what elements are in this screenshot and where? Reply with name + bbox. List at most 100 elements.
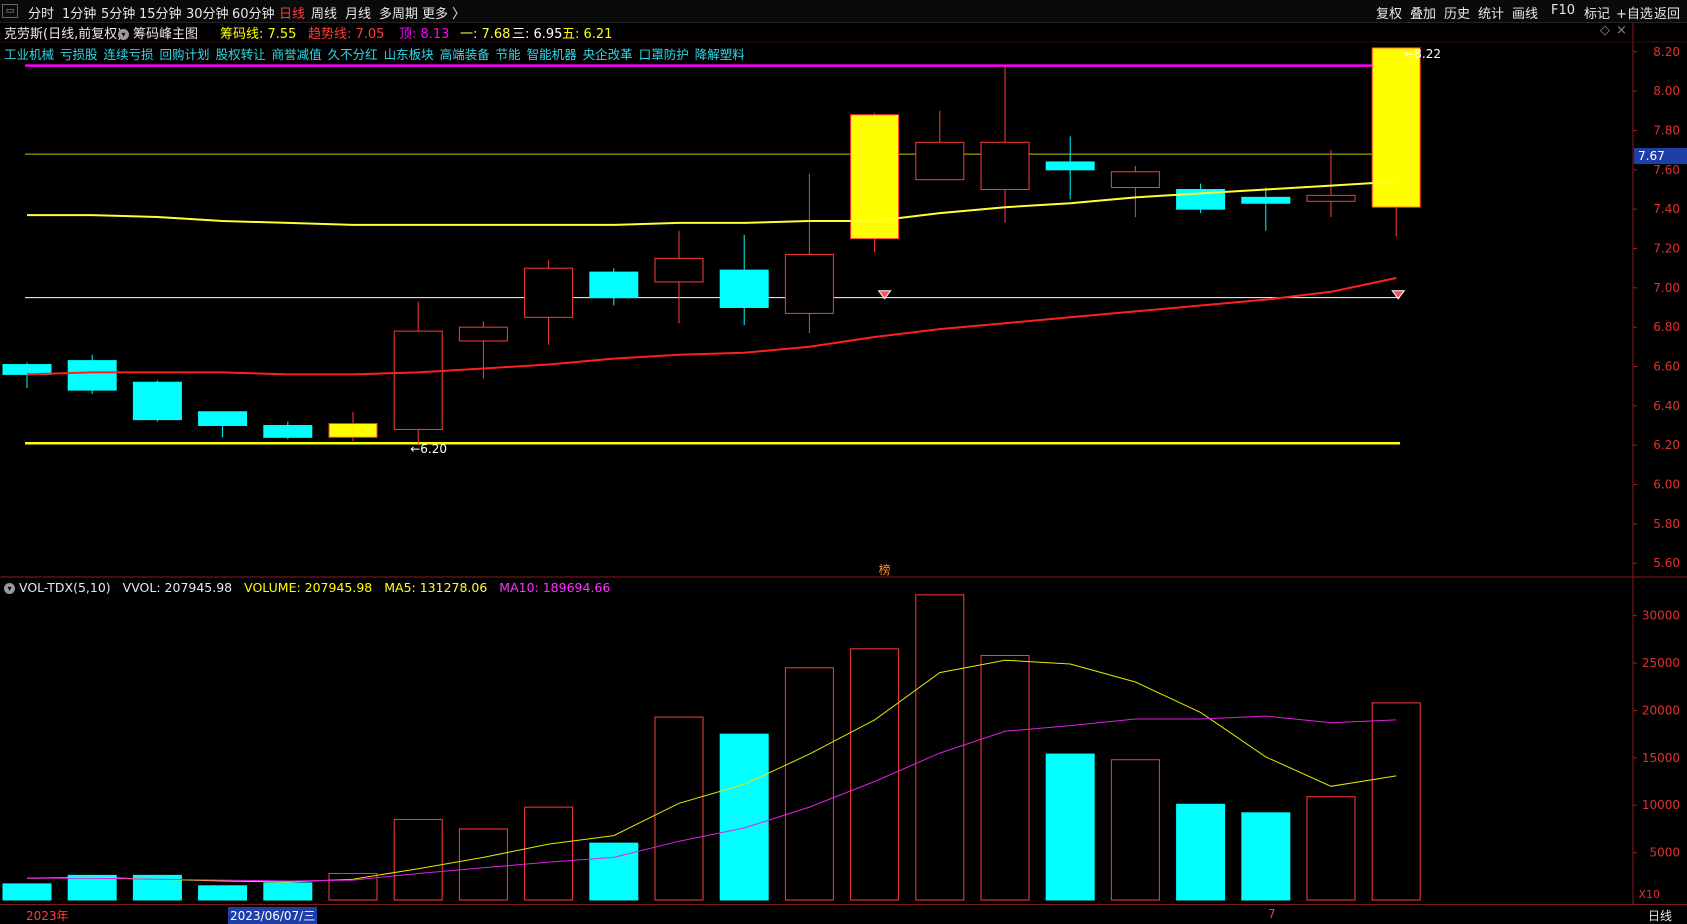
concept-tag[interactable]: 节能	[496, 47, 521, 62]
chevron-down-icon: ▾	[118, 29, 129, 40]
indicator-selector[interactable]: ▾ 筹码峰主图	[118, 23, 198, 42]
low-price-label: ←6.20	[410, 442, 447, 456]
period-label[interactable]: 日线	[1648, 907, 1672, 924]
price-tick-label: 8.00	[1653, 84, 1680, 98]
volume-bar	[524, 806, 574, 901]
volume-bar	[198, 885, 248, 901]
candle-body	[784, 253, 834, 314]
main-chart-title: 克劳斯(日线,前复权) ▾ 筹码峰主图 筹码线: 7.55 趋势线: 7.05 顶…	[0, 23, 1630, 42]
price-tick-label: 7.40	[1653, 202, 1680, 216]
tool-f10[interactable]: F10	[1551, 3, 1575, 18]
trend-line-value: 趋势线: 7.05	[308, 27, 385, 42]
concept-tag[interactable]: 高端装备	[440, 47, 490, 62]
period-30min[interactable]: 30分钟	[186, 3, 229, 22]
volume-bar	[980, 654, 1030, 901]
candle-body	[589, 271, 639, 299]
volume-indicator-selector[interactable]: ▾ VOL-TDX(5,10)	[4, 580, 111, 595]
period-more[interactable]: 更多 〉	[422, 3, 465, 22]
tool-overlay[interactable]: 叠加	[1410, 3, 1436, 22]
price-tick-label: 5.80	[1653, 517, 1680, 531]
concept-tag[interactable]: 股权转让	[216, 47, 266, 62]
volume-tick-label: 25000	[1642, 656, 1680, 670]
candle-body	[458, 326, 508, 342]
concept-tag[interactable]: 连续亏损	[104, 47, 154, 62]
candle-body	[1110, 171, 1160, 189]
trend-ma-line	[26, 277, 1397, 376]
volume-bar	[784, 667, 834, 901]
concept-tag[interactable]: 商誉减值	[272, 47, 322, 62]
period-15min[interactable]: 15分钟	[139, 3, 182, 22]
price-tick-label: 7.80	[1653, 123, 1680, 137]
top-toolbar: ▭ 分时 1分钟 5分钟 15分钟 30分钟 60分钟 日线 周线 月线 多周期…	[0, 0, 1687, 23]
candle-body	[198, 411, 248, 427]
candle-body	[1045, 161, 1095, 171]
period-monthly[interactable]: 月线	[345, 3, 371, 22]
volume-bar	[1241, 812, 1291, 901]
candle-body	[1306, 194, 1356, 202]
window-toggle-icon[interactable]: ▭	[2, 4, 18, 18]
price-tick-label: 7.60	[1653, 163, 1680, 177]
tool-mark[interactable]: 标记	[1584, 3, 1610, 22]
concept-tag[interactable]: 口罩防护	[639, 47, 689, 62]
period-5min[interactable]: 5分钟	[101, 3, 135, 22]
candle-body	[654, 257, 704, 283]
price-tick-label: 6.60	[1653, 360, 1680, 374]
candle-body	[915, 141, 965, 181]
high-price-label: ←8.22	[1404, 47, 1441, 61]
ma5-value: MA5: 131278.06	[384, 580, 488, 595]
indicator-name: 筹码峰主图	[133, 27, 199, 42]
volume-bar	[67, 874, 117, 901]
period-weekly[interactable]: 周线	[311, 3, 337, 22]
chip-line-value: 筹码线: 7.55	[220, 27, 297, 42]
top-value: 顶: 8.13	[399, 27, 450, 42]
volume-indicator-name: VOL-TDX(5,10)	[19, 580, 111, 595]
candle-body	[67, 360, 117, 391]
stock-name: 克劳斯(日线,前复权)	[4, 27, 123, 42]
chevron-down-icon: ▾	[4, 583, 15, 594]
concept-tag[interactable]: 山东板块	[384, 47, 434, 62]
tool-back[interactable]: 返回	[1654, 3, 1680, 22]
tool-add-favorite[interactable]: +自选	[1616, 3, 1653, 22]
volume-bar	[1176, 803, 1226, 901]
vvol-value: VVOL: 207945.98	[122, 580, 233, 595]
five-value: 五: 6.21	[562, 27, 613, 42]
ma10-value: MA10: 189694.66	[499, 580, 611, 595]
candle-body	[393, 330, 443, 430]
tool-stats[interactable]: 统计	[1478, 3, 1504, 22]
volume-multiplier: X10	[1638, 888, 1660, 901]
concept-tags: 工业机械 亏损股 连续亏损 回购计划 股权转让 商誉减值 久不分红 山东板块 高端装备 节能 智能机…	[4, 44, 751, 63]
volume-bar	[458, 828, 508, 901]
diamond-icon[interactable]: ◇	[1600, 23, 1610, 38]
tool-adjust[interactable]: 复权	[1376, 3, 1402, 22]
volume-bar	[589, 842, 639, 901]
volume-bar	[1110, 759, 1160, 901]
tool-history[interactable]: 历史	[1444, 3, 1470, 22]
close-icon[interactable]: ×	[1616, 23, 1627, 38]
price-tick-label: 7.00	[1653, 281, 1680, 295]
concept-tag[interactable]: 久不分红	[328, 47, 378, 62]
cursor-date: 2023/06/07/三	[228, 907, 318, 924]
volume-tick-label: 10000	[1642, 798, 1680, 812]
concept-tag[interactable]: 回购计划	[160, 47, 210, 62]
concept-tag[interactable]: 亏损股	[60, 47, 98, 62]
candle-body	[524, 267, 574, 318]
period-1min[interactable]: 1分钟	[62, 3, 96, 22]
year-label: 2023年	[26, 909, 69, 923]
concept-tag[interactable]: 工业机械	[4, 47, 54, 62]
concept-tag[interactable]: 智能机器	[527, 47, 577, 62]
candle-body	[263, 425, 313, 438]
concept-tag[interactable]: 央企改革	[583, 47, 633, 62]
volume-bar	[1045, 753, 1095, 901]
concept-tag[interactable]: 降解塑料	[695, 47, 745, 62]
candle-body	[980, 141, 1030, 190]
period-1min-ts[interactable]: 分时	[28, 3, 54, 22]
volume-bar	[654, 716, 704, 901]
volume-bar	[2, 883, 52, 901]
volume-title: ▾ VOL-TDX(5,10) VVOL: 207945.98 VOLUME: 2…	[4, 580, 618, 595]
volume-tick-label: 20000	[1642, 703, 1680, 717]
kline-chart[interactable]: 8.20 8.00 7.80 7.60 7.40 7.20 7.00 6.80 6.60 6.40…	[0, 0, 1687, 923]
tool-draw[interactable]: 画线	[1512, 3, 1538, 22]
period-60min[interactable]: 60分钟	[232, 3, 275, 22]
period-multi[interactable]: 多周期	[379, 3, 418, 22]
period-daily[interactable]: 日线	[279, 3, 305, 22]
